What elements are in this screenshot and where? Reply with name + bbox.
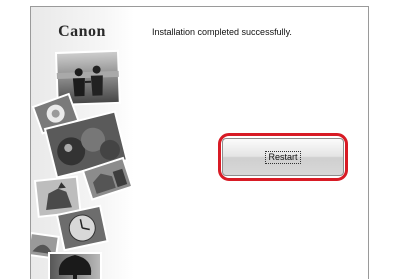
restart-button-label: Restart <box>265 150 301 164</box>
side-panel: Canon <box>31 7 134 279</box>
installer-window: Canon Installation completed successfull… <box>30 6 369 279</box>
status-message: Installation completed successfully. <box>152 27 292 37</box>
photo-collage <box>31 49 134 279</box>
restart-button[interactable]: Restart <box>222 138 344 176</box>
canon-logo: Canon <box>58 23 106 40</box>
clock-photo <box>55 204 109 252</box>
tree-photo <box>48 252 102 279</box>
content-area: Installation completed successfully. Res… <box>134 7 368 279</box>
